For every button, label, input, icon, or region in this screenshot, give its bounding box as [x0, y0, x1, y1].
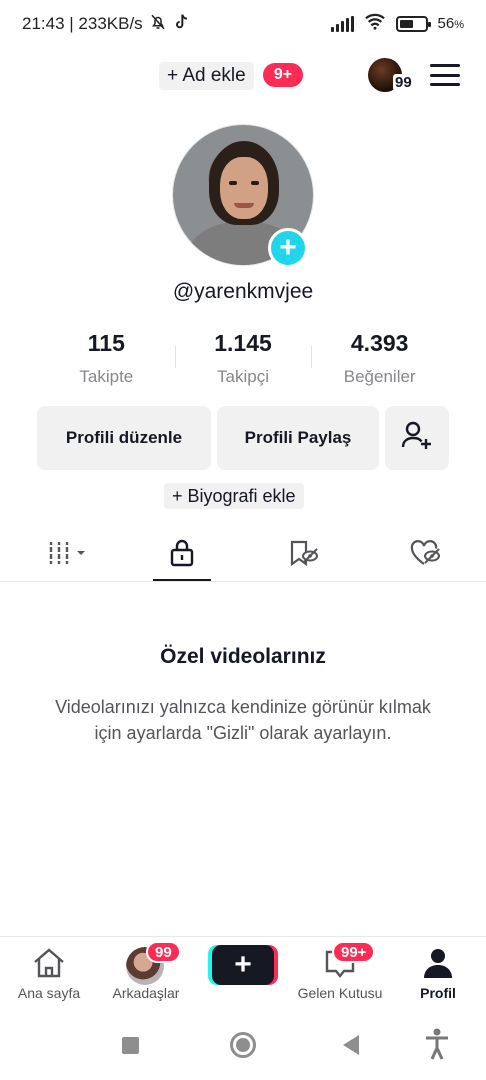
nav-home-label: Ana sayfa — [17, 985, 81, 1001]
empty-state-title: Özel videolarınız — [160, 645, 326, 668]
nav-inbox-label: Gelen Kutusu — [297, 985, 383, 1001]
hamburger-menu-icon[interactable] — [430, 64, 460, 86]
share-profile-button[interactable]: Profili Paylaş — [217, 406, 379, 470]
add-name-button[interactable]: + Ad ekle — [159, 62, 254, 90]
tab-private[interactable] — [153, 528, 211, 582]
tab-favorites[interactable] — [274, 528, 334, 582]
stat-value: 4.393 — [350, 330, 409, 356]
active-tab-indicator — [153, 579, 211, 581]
stat-following[interactable]: 115 Takipte — [38, 330, 175, 392]
wifi-icon — [364, 12, 386, 35]
home-icon — [32, 947, 66, 984]
add-user-icon — [400, 419, 434, 458]
stat-label: Beğeniler — [343, 367, 416, 386]
profile-stats: 115 Takipte 1.145 Takipçi 4.393 Beğenile… — [38, 330, 448, 392]
content-tabs — [0, 528, 486, 582]
stat-value: 115 — [87, 330, 125, 356]
stat-followers[interactable]: 1.145 Takipçi — [174, 330, 312, 392]
profile-actions: Profili düzenle Profili Paylaş — [37, 406, 449, 470]
create-button[interactable]: + — [212, 945, 274, 985]
account-avatar-badge: 99 — [393, 74, 414, 91]
nav-inbox[interactable]: 99+ Gelen Kutusu — [292, 937, 388, 1011]
nav-profile[interactable]: Profil — [410, 937, 466, 1011]
tab-liked[interactable] — [396, 528, 456, 582]
plus-icon: + — [234, 948, 252, 981]
stat-label: Takipte — [79, 367, 134, 386]
battery-fill — [399, 19, 413, 28]
add-friend-button[interactable] — [385, 406, 449, 470]
notification-badge: 9+ — [263, 63, 303, 87]
stat-value: 1.145 — [214, 330, 272, 356]
bottom-nav: Ana sayfa 99 Arkadaşlar + 99+ Gelen Kutu… — [0, 936, 486, 1010]
profile-header: + Ad ekle 9+ 99 — [0, 56, 486, 100]
tab-videos[interactable] — [36, 528, 96, 582]
grid-icon — [43, 540, 89, 571]
system-nav-bar — [0, 1010, 486, 1080]
add-bio-button[interactable]: + Biyografi ekle — [164, 483, 304, 509]
empty-state-description: Videolarınızı yalnızca kendinize görünür… — [55, 697, 431, 743]
profile-icon — [423, 947, 453, 984]
nav-friends-label: Arkadaşlar — [112, 985, 180, 1001]
inbox-badge: 99+ — [332, 941, 376, 963]
bell-off-icon — [149, 13, 167, 36]
system-back-button[interactable] — [343, 1035, 359, 1055]
status-right: 56% — [330, 12, 464, 35]
edit-profile-button[interactable]: Profili düzenle — [37, 406, 211, 470]
signal-icon — [330, 15, 354, 32]
battery-percent: 56% — [437, 15, 464, 32]
bookmark-hidden-icon — [288, 539, 320, 572]
tiktok-icon — [173, 13, 189, 36]
nav-home[interactable]: Ana sayfa — [10, 937, 88, 1011]
stat-likes[interactable]: 4.393 Beğeniler — [311, 330, 448, 392]
add-avatar-plus-icon[interactable]: + — [268, 228, 308, 268]
system-home-button[interactable] — [230, 1032, 256, 1058]
username: @yarenkmvjee — [172, 280, 314, 303]
stat-label: Takipçi — [217, 367, 269, 386]
status-bar: 21:43 | 233KB/s 56% — [0, 0, 486, 48]
status-left: 21:43 | 233KB/s — [22, 13, 189, 36]
status-time: 21:43 | 233KB/s — [22, 14, 143, 33]
lock-icon — [169, 539, 195, 572]
battery-icon — [395, 15, 431, 32]
nav-friends[interactable]: 99 Arkadaşlar — [106, 937, 186, 1011]
recent-apps-button[interactable] — [122, 1037, 139, 1054]
friends-badge: 99 — [146, 941, 181, 963]
nav-profile-label: Profil — [420, 985, 456, 1001]
heart-hidden-icon — [410, 539, 442, 572]
accessibility-icon[interactable] — [424, 1028, 450, 1065]
